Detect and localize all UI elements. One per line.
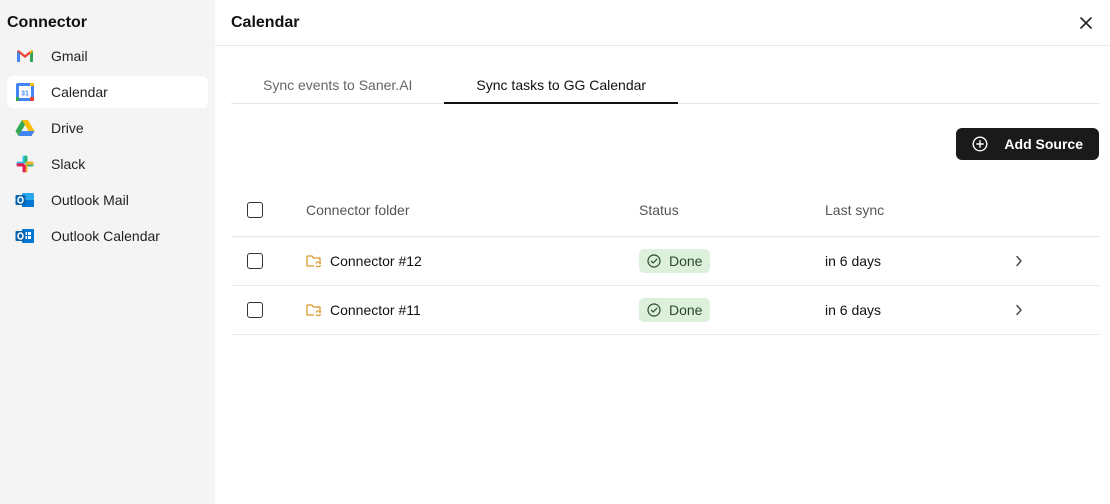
sidebar-item-label: Gmail — [51, 48, 88, 64]
sidebar: Connector Gmail 31 Calendar Drive Slack … — [0, 0, 215, 504]
folder-cell: Connector #11 — [306, 302, 639, 318]
select-all-checkbox[interactable] — [247, 202, 263, 219]
add-source-label: Add Source — [1004, 136, 1083, 152]
check-circle-icon — [647, 253, 661, 268]
column-header-status: Status — [639, 185, 825, 237]
folder-sync-icon — [306, 254, 322, 268]
sidebar-item-slack[interactable]: Slack — [7, 148, 208, 180]
connector-table: Connector folder Status Last sync Connec… — [231, 185, 1100, 335]
slack-icon — [15, 154, 35, 174]
tab-bar: Sync events to Saner.AI Sync tasks to GG… — [231, 70, 1100, 104]
column-header-last-sync: Last sync — [825, 185, 1015, 237]
table-row[interactable]: Connector #12 Done in 6 days — [231, 236, 1100, 286]
plus-circle-icon — [972, 136, 988, 152]
app-window: Connector Gmail 31 Calendar Drive Slack … — [0, 0, 1110, 504]
sidebar-item-label: Outlook Mail — [51, 192, 129, 208]
sidebar-item-calendar[interactable]: 31 Calendar — [7, 76, 208, 108]
check-circle-icon — [647, 302, 661, 317]
close-icon — [1080, 17, 1092, 29]
table-header-row: Connector folder Status Last sync — [231, 185, 1100, 237]
folder-name: Connector #12 — [330, 252, 422, 269]
calendar-icon-text: 31 — [21, 91, 29, 98]
sidebar-item-outlook-mail[interactable]: Outlook Mail — [7, 184, 208, 216]
gmail-icon — [15, 46, 35, 66]
sidebar-nav: Gmail 31 Calendar Drive Slack Outlook Ma… — [7, 40, 208, 252]
last-sync-value: in 6 days — [825, 236, 1015, 286]
google-calendar-icon: 31 — [15, 82, 35, 102]
sidebar-item-label: Outlook Calendar — [51, 228, 160, 244]
tab-sync-tasks[interactable]: Sync tasks to GG Calendar — [444, 70, 678, 104]
sidebar-item-drive[interactable]: Drive — [7, 112, 208, 144]
column-header-folder: Connector folder — [306, 185, 639, 237]
row-checkbox[interactable] — [247, 252, 263, 269]
sidebar-item-gmail[interactable]: Gmail — [7, 40, 208, 72]
row-checkbox[interactable] — [247, 301, 263, 318]
last-sync-value: in 6 days — [825, 285, 1015, 335]
toolbar: Add Source — [215, 104, 1110, 160]
status-label: Done — [669, 301, 703, 318]
folder-name: Connector #11 — [330, 301, 421, 318]
sidebar-item-label: Drive — [51, 120, 84, 136]
status-badge: Done — [639, 248, 711, 273]
panel-header: Calendar — [215, 0, 1110, 46]
outlook-calendar-icon — [15, 226, 35, 246]
close-button[interactable] — [1076, 13, 1096, 33]
main-panel: Calendar Sync events to Saner.AI Sync ta… — [215, 0, 1110, 504]
add-source-button[interactable]: Add Source — [956, 128, 1099, 160]
outlook-mail-icon — [15, 190, 35, 210]
tab-sync-events[interactable]: Sync events to Saner.AI — [231, 70, 444, 103]
sidebar-title: Connector — [7, 14, 87, 31]
folder-cell: Connector #12 — [306, 253, 639, 269]
sidebar-item-label: Calendar — [51, 84, 108, 100]
chevron-right-icon[interactable] — [1015, 255, 1100, 267]
status-badge: Done — [639, 297, 711, 322]
sidebar-item-outlook-calendar[interactable]: Outlook Calendar — [7, 220, 208, 252]
table-row[interactable]: Connector #11 Done in 6 days — [231, 285, 1100, 335]
page-title: Calendar — [231, 13, 300, 31]
folder-sync-icon — [306, 303, 322, 317]
chevron-right-icon[interactable] — [1015, 304, 1100, 316]
sidebar-item-label: Slack — [51, 156, 86, 172]
status-label: Done — [669, 252, 703, 269]
google-drive-icon — [15, 118, 35, 138]
